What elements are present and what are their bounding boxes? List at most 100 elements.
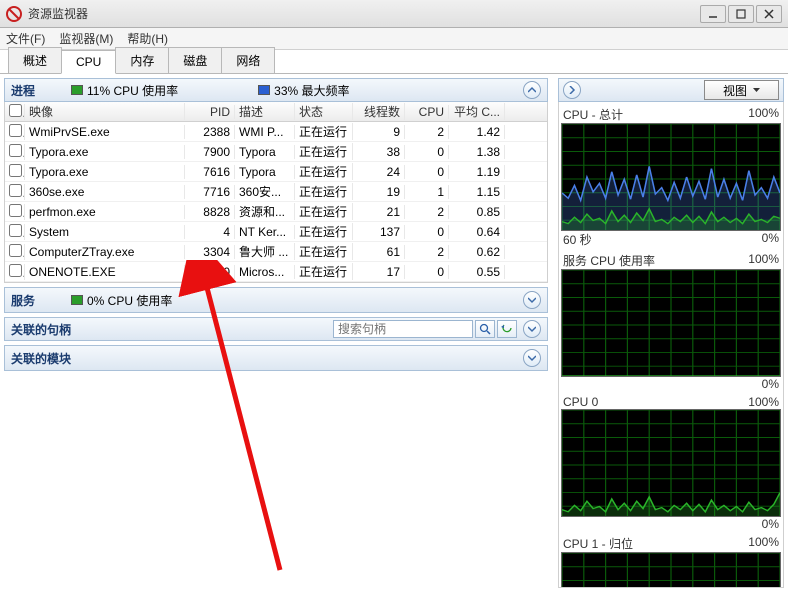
services-header[interactable]: 服务 0% CPU 使用率 bbox=[5, 288, 547, 312]
cell-avg: 0.62 bbox=[449, 245, 505, 259]
chart-bottom-right: 0% bbox=[762, 517, 779, 531]
col-threads[interactable]: 线程数 bbox=[353, 103, 405, 120]
services-title: 服务 bbox=[11, 292, 61, 309]
services-expand-button[interactable] bbox=[523, 291, 541, 309]
table-row[interactable]: perfmon.exe8828资源和...正在运行2120.85 bbox=[5, 202, 547, 222]
cell-avg: 1.42 bbox=[449, 125, 505, 139]
table-row[interactable]: ComputerZTray.exe3304鲁大师 ...正在运行6120.62 bbox=[5, 242, 547, 262]
table-row[interactable]: System4NT Ker...正在运行13700.64 bbox=[5, 222, 547, 242]
chart-title: CPU 1 - 归位 bbox=[563, 535, 633, 552]
processes-header[interactable]: 进程 11% CPU 使用率 33% 最大频率 bbox=[4, 78, 548, 102]
row-checkbox[interactable] bbox=[9, 204, 22, 217]
app-icon bbox=[6, 6, 22, 22]
table-row[interactable]: Typora.exe7616Typora正在运行2401.19 bbox=[5, 162, 547, 182]
cell-status: 正在运行 bbox=[295, 223, 353, 240]
cell-desc: Typora bbox=[235, 165, 295, 179]
minimize-button[interactable] bbox=[700, 5, 726, 23]
cell-pid: 2388 bbox=[185, 125, 235, 139]
row-checkbox[interactable] bbox=[9, 244, 22, 257]
chart-block: CPU - 总计 100% 60 秒 0% bbox=[561, 106, 781, 248]
tab-cpu[interactable]: CPU bbox=[61, 50, 116, 74]
chart-max: 100% bbox=[748, 395, 779, 409]
cell-cpu: 0 bbox=[405, 145, 449, 159]
tab-memory[interactable]: 内存 bbox=[115, 47, 169, 73]
processes-title: 进程 bbox=[11, 82, 61, 99]
row-checkbox[interactable] bbox=[9, 164, 22, 177]
row-checkbox[interactable] bbox=[9, 144, 22, 157]
chart-title: 服务 CPU 使用率 bbox=[563, 252, 655, 269]
select-all-checkbox[interactable] bbox=[9, 104, 22, 117]
chart-title: CPU 0 bbox=[563, 395, 598, 409]
table-row[interactable]: Typora.exe7900Typora正在运行3801.38 bbox=[5, 142, 547, 162]
services-panel: 服务 0% CPU 使用率 bbox=[4, 287, 548, 313]
cell-desc: Micros... bbox=[235, 265, 295, 279]
col-image[interactable]: 映像 bbox=[25, 103, 185, 120]
handles-panel: 关联的句柄 bbox=[4, 317, 548, 341]
table-row[interactable]: WmiPrvSE.exe2388WMI P...正在运行921.42 bbox=[5, 122, 547, 142]
cell-status: 正在运行 bbox=[295, 183, 353, 200]
chart-bottom-left: 60 秒 bbox=[563, 231, 592, 248]
table-row[interactable]: 360se.exe7716360安...正在运行1911.15 bbox=[5, 182, 547, 202]
cell-pid: 7616 bbox=[185, 165, 235, 179]
cpu-usage-label: 11% CPU 使用率 bbox=[87, 82, 178, 99]
cell-desc: 资源和... bbox=[235, 203, 295, 220]
chart-max: 100% bbox=[748, 252, 779, 269]
cell-pid: 4 bbox=[185, 225, 235, 239]
window-title: 资源监视器 bbox=[28, 5, 700, 22]
col-avg[interactable]: 平均 C... bbox=[449, 103, 505, 120]
handles-expand-button[interactable] bbox=[523, 320, 541, 338]
cell-pid: 560 bbox=[185, 265, 235, 279]
processes-collapse-button[interactable] bbox=[523, 81, 541, 99]
chart-block: 服务 CPU 使用率 100% 0% bbox=[561, 252, 781, 391]
cell-cpu: 0 bbox=[405, 165, 449, 179]
view-button[interactable]: 视图 bbox=[704, 80, 779, 100]
cell-pid: 7900 bbox=[185, 145, 235, 159]
cell-avg: 1.38 bbox=[449, 145, 505, 159]
row-checkbox[interactable] bbox=[9, 184, 22, 197]
handles-title: 关联的句柄 bbox=[11, 321, 91, 338]
row-checkbox[interactable] bbox=[9, 264, 22, 277]
menu-help[interactable]: 帮助(H) bbox=[127, 30, 168, 47]
search-input[interactable] bbox=[333, 320, 473, 338]
chart-bottom-right: 0% bbox=[762, 231, 779, 248]
cell-status: 正在运行 bbox=[295, 123, 353, 140]
col-cpu[interactable]: CPU bbox=[405, 105, 449, 119]
modules-header[interactable]: 关联的模块 bbox=[5, 346, 547, 370]
chart-max: 100% bbox=[748, 106, 779, 123]
table-row[interactable]: ONENOTE.EXE560Micros...正在运行1700.55 bbox=[5, 262, 547, 282]
cell-desc: NT Ker... bbox=[235, 225, 295, 239]
cell-cpu: 0 bbox=[405, 265, 449, 279]
cell-image: 360se.exe bbox=[25, 185, 185, 199]
cell-desc: Typora bbox=[235, 145, 295, 159]
col-desc[interactable]: 描述 bbox=[235, 103, 295, 120]
row-checkbox[interactable] bbox=[9, 224, 22, 237]
modules-expand-button[interactable] bbox=[523, 349, 541, 367]
cell-image: perfmon.exe bbox=[25, 205, 185, 219]
cell-status: 正在运行 bbox=[295, 243, 353, 260]
refresh-button[interactable] bbox=[497, 320, 517, 338]
menu-monitor[interactable]: 监视器(M) bbox=[59, 30, 113, 47]
tab-network[interactable]: 网络 bbox=[221, 47, 275, 73]
col-status[interactable]: 状态 bbox=[295, 103, 353, 120]
cell-avg: 0.55 bbox=[449, 265, 505, 279]
titlebar: 资源监视器 bbox=[0, 0, 788, 28]
cell-threads: 24 bbox=[353, 165, 405, 179]
tab-overview[interactable]: 概述 bbox=[8, 47, 62, 73]
close-button[interactable] bbox=[756, 5, 782, 23]
cell-threads: 137 bbox=[353, 225, 405, 239]
cpu-usage-icon bbox=[71, 85, 83, 95]
menu-file[interactable]: 文件(F) bbox=[6, 30, 45, 47]
cell-status: 正在运行 bbox=[295, 163, 353, 180]
maximize-button[interactable] bbox=[728, 5, 754, 23]
chart-canvas bbox=[561, 409, 781, 517]
chart-title: CPU - 总计 bbox=[563, 106, 623, 123]
charts-collapse-button[interactable] bbox=[563, 81, 581, 99]
chart-bottom-right: 0% bbox=[762, 377, 779, 391]
col-pid[interactable]: PID bbox=[185, 105, 235, 119]
tab-disk[interactable]: 磁盘 bbox=[168, 47, 222, 73]
tabbar: 概述 CPU 内存 磁盘 网络 bbox=[0, 50, 788, 74]
chart-canvas bbox=[561, 552, 781, 588]
search-button[interactable] bbox=[475, 320, 495, 338]
row-checkbox[interactable] bbox=[9, 124, 22, 137]
cell-image: WmiPrvSE.exe bbox=[25, 125, 185, 139]
